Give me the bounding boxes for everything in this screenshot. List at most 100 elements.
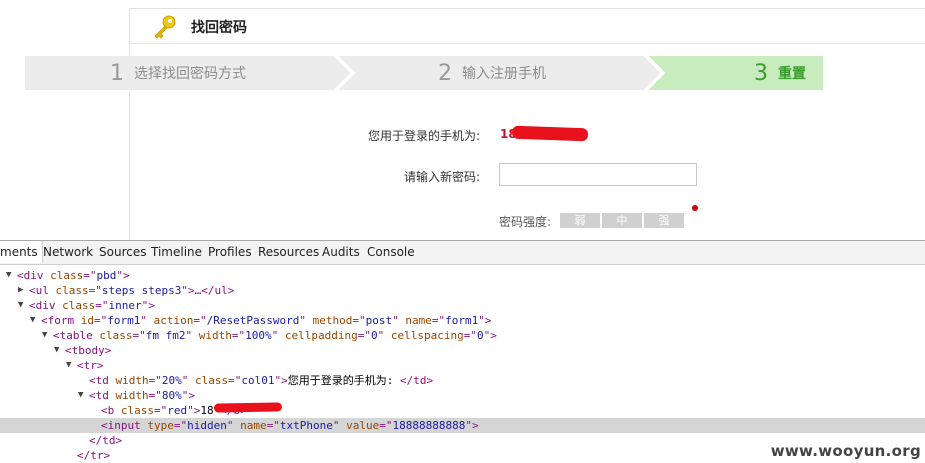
expand-down-icon[interactable]: ▼ <box>30 313 40 328</box>
code-token: <td <box>89 389 116 402</box>
code-token: form1 <box>445 314 479 327</box>
tab-timeline[interactable]: Timeline <box>151 245 202 259</box>
code-token: id <box>80 314 94 327</box>
dom-node-line[interactable]: ▼ <table class="fm fm2" width="100%" cell… <box>0 328 925 343</box>
expand-down-icon[interactable]: ▼ <box>6 268 16 283</box>
code-token: class <box>195 374 229 387</box>
devtools-panel: ments Network Sources Timeline Profiles … <box>0 240 925 463</box>
code-token: width <box>115 389 149 402</box>
dom-node-line[interactable]: <b class="red">18 </b> <box>0 403 925 418</box>
code-token: <b <box>101 404 121 417</box>
dom-node-line[interactable]: ▼ <tbody> <box>0 343 925 358</box>
step-1-label: 选择找回密码方式 <box>134 66 246 82</box>
strength-label: 密码强度: <box>499 215 552 229</box>
dom-node-line[interactable]: ▼ <form id="form1" action="/ResetPassword… <box>0 313 925 328</box>
code-token: "> <box>116 269 130 282</box>
code-token: 20% <box>161 374 182 387</box>
dom-node-code: <div class="inner"> <box>29 298 155 313</box>
code-token: value <box>346 419 380 432</box>
tab-network[interactable]: Network <box>43 245 93 259</box>
tab-console[interactable]: Console <box>367 245 415 259</box>
expand-right-icon[interactable]: ▶ <box>18 283 28 298</box>
code-token: <td <box>89 374 116 387</box>
dom-node-line[interactable]: ▼ <div class="inner"> <box>0 298 925 313</box>
step-3-label: 重置 <box>778 66 806 82</box>
expand-down-icon[interactable]: ▼ <box>42 328 52 343</box>
tab-elements[interactable]: ments <box>0 241 43 263</box>
code-token: "> <box>181 389 195 402</box>
code-token: </td> <box>89 434 123 447</box>
step-2-number: 2 <box>438 61 452 86</box>
code-token: <input <box>101 419 148 432</box>
step-1: 1 选择找回密码方式 <box>110 61 246 86</box>
code-token: =" <box>231 329 246 342</box>
dom-node-line[interactable]: ▼ <td width="80%"> <box>0 388 925 403</box>
dom-node-line[interactable]: ▼ <tr> <box>0 358 925 373</box>
new-password-input[interactable] <box>499 163 697 186</box>
code-token: <table <box>53 329 100 342</box>
code-token: </td> <box>400 374 434 387</box>
code-token: name <box>405 314 432 327</box>
code-token: 18888888888 <box>392 419 466 432</box>
code-token: =" <box>83 269 97 282</box>
code-token: 0 <box>370 329 378 342</box>
code-token: form1 <box>107 314 141 327</box>
web-page: 找回密码 1 选择找回密码方式 2 输入注册手机 3 重置 您用于登录的手机为: 18… <box>0 0 925 240</box>
code-token: =" <box>95 299 109 312</box>
dom-node-line[interactable]: <input type="hidden" name="txtPhone" val… <box>0 418 925 433</box>
tab-resources[interactable]: Resources <box>258 245 319 259</box>
step-3-number: 3 <box>754 61 768 86</box>
dom-tree: ▼ <div class="pbd"> ▶ <ul class="steps step… <box>0 265 925 463</box>
key-icon <box>154 15 176 39</box>
code-token: "> <box>187 404 201 417</box>
code-token: 80% <box>161 389 182 402</box>
code-token: ">…</ul> <box>181 284 235 297</box>
code-token: name <box>240 419 267 432</box>
tab-audits[interactable]: Audits <box>322 245 360 259</box>
tab-sources[interactable]: Sources <box>99 245 146 259</box>
new-password-label: 请输入新密码: <box>403 170 480 184</box>
code-token: action <box>153 314 194 327</box>
dom-node-line[interactable]: <td width="20%" class="col01">您用于登录的手机为:… <box>0 373 925 388</box>
code-token: type <box>147 419 174 432</box>
code-token: =" <box>173 419 188 432</box>
page-title: 找回密码 <box>191 20 247 36</box>
dom-node-code: <div class="pbd"> <box>17 268 130 283</box>
code-token: =" <box>266 419 280 432</box>
phone-label: 您用于登录的手机为: <box>367 129 480 143</box>
code-token: " <box>392 314 406 327</box>
strength-medium: 中 <box>602 213 642 228</box>
step-2-label: 输入注册手机 <box>462 66 546 82</box>
dom-node-line[interactable]: ▼ <div class="pbd"> <box>0 268 925 283</box>
code-token: <tbody> <box>65 344 112 357</box>
expand-down-icon[interactable]: ▼ <box>66 358 76 373</box>
expand-down-icon[interactable]: ▼ <box>78 388 88 403</box>
code-token: =" <box>228 374 242 387</box>
code-token: " <box>377 329 391 342</box>
code-token: red <box>167 404 188 417</box>
code-token: col01 <box>241 374 275 387</box>
expand-down-icon[interactable]: ▼ <box>54 343 64 358</box>
panel-header: 找回密码 <box>130 9 925 44</box>
code-token: =" <box>132 329 146 342</box>
code-token: pbd <box>96 269 117 282</box>
expand-down-icon[interactable]: ▼ <box>18 298 28 313</box>
code-token: <tr> <box>77 359 104 372</box>
dom-node-code: <table class="fm fm2" width="100%" cellp… <box>53 328 497 343</box>
code-token: "> <box>483 329 497 342</box>
code-token: 0 <box>476 329 484 342</box>
code-token: =" <box>148 374 162 387</box>
tab-profiles[interactable]: Profiles <box>208 245 252 259</box>
dom-node-code: <ul class="steps steps3">…</ul> <box>29 283 234 298</box>
code-token: class <box>55 284 89 297</box>
watermark: www.wooyun.org <box>770 442 921 460</box>
code-token: " <box>181 374 195 387</box>
code-token: " <box>299 314 313 327</box>
code-token: width <box>115 374 149 387</box>
code-token: <ul <box>29 284 56 297</box>
dom-node-code: <tbody> <box>65 343 111 358</box>
dom-node-line[interactable]: ▶ <ul class="steps steps3">…</ul> <box>0 283 925 298</box>
dom-node-code: <input type="hidden" name="txtPhone" val… <box>101 418 479 433</box>
code-token: /ResetPassword <box>206 314 300 327</box>
code-token: cellpadding <box>284 329 358 342</box>
